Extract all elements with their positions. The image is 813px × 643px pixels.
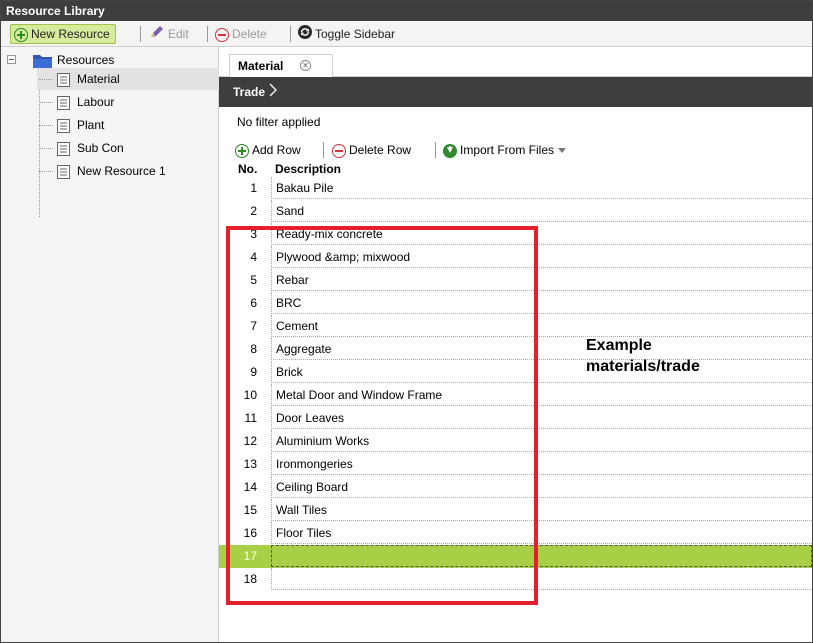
grid-toolbar: Add Row Delete Row Import From Files bbox=[219, 137, 812, 161]
sidebar-item-label: Material bbox=[77, 72, 120, 86]
add-row-label: Add Row bbox=[252, 143, 301, 157]
delete-row-button[interactable]: Delete Row bbox=[332, 141, 411, 159]
new-resource-label: New Resource bbox=[31, 27, 110, 41]
delete-row-label: Delete Row bbox=[349, 143, 412, 157]
sidebar-item-label: Plant bbox=[77, 118, 105, 132]
sidebar-item-label: New Resource 1 bbox=[77, 164, 166, 178]
annotation-line: Example bbox=[586, 337, 652, 354]
collapse-icon[interactable] bbox=[7, 55, 16, 64]
sidebar-item-plant[interactable]: Plant bbox=[37, 114, 219, 136]
add-row-button[interactable]: Add Row bbox=[235, 141, 301, 159]
grid-header: No. Description bbox=[219, 161, 812, 177]
edit-button[interactable]: Edit bbox=[149, 24, 189, 44]
sidebar-item-sub-con[interactable]: Sub Con bbox=[37, 137, 219, 159]
edit-label: Edit bbox=[168, 27, 189, 41]
toolbar-separator bbox=[435, 142, 436, 158]
highlight-box bbox=[226, 226, 538, 605]
download-icon bbox=[443, 143, 457, 158]
app-window: Resource Library New Resource Edit Delet… bbox=[0, 0, 813, 643]
toolbar-separator bbox=[207, 26, 208, 42]
column-header-description[interactable]: Description bbox=[275, 161, 341, 177]
delete-label: Delete bbox=[232, 27, 267, 41]
annotation-line: materials/trade bbox=[586, 358, 700, 375]
tree-connector bbox=[39, 171, 53, 172]
new-resource-button[interactable]: New Resource bbox=[10, 24, 116, 44]
tree-connector bbox=[39, 125, 53, 126]
tree-connector bbox=[39, 148, 53, 149]
sidebar-item-material[interactable]: Material bbox=[37, 68, 219, 90]
minus-circle-icon bbox=[215, 27, 229, 42]
breadcrumb-trade[interactable]: Trade bbox=[233, 85, 265, 99]
resource-tree-sidebar: Resources Material Labour Plant Sub Con … bbox=[1, 47, 219, 642]
plus-circle-icon bbox=[14, 27, 28, 42]
tree-connector bbox=[39, 102, 53, 103]
breadcrumb: Trade bbox=[219, 77, 812, 107]
toolbar-separator bbox=[290, 26, 291, 42]
pencil-icon bbox=[149, 25, 165, 45]
close-icon[interactable]: ✕ bbox=[300, 60, 311, 71]
import-from-files-button[interactable]: Import From Files bbox=[443, 141, 567, 159]
column-header-no[interactable]: No. bbox=[238, 161, 257, 177]
main-toolbar: New Resource Edit Delete Toggle Sidebar bbox=[1, 21, 812, 47]
window-title: Resource Library bbox=[1, 1, 812, 21]
table-row[interactable]: 2 Sand bbox=[219, 200, 812, 223]
tree-root-label: Resources bbox=[57, 53, 115, 67]
tab-material[interactable]: Material ✕ bbox=[229, 54, 333, 77]
row-description-cell[interactable]: Bakau Pile bbox=[271, 177, 812, 199]
row-number: 1 bbox=[250, 181, 257, 195]
chevron-right-icon bbox=[269, 78, 277, 108]
annotation-label: Example materials/trade bbox=[586, 335, 700, 377]
row-description-cell[interactable]: Sand bbox=[271, 200, 812, 222]
sidebar-item-new-resource-1[interactable]: New Resource 1 bbox=[37, 160, 219, 182]
toggle-sidebar-label: Toggle Sidebar bbox=[315, 27, 396, 41]
toolbar-separator bbox=[140, 26, 141, 42]
minus-circle-icon bbox=[332, 143, 346, 158]
toggle-sidebar-button[interactable]: Toggle Sidebar bbox=[298, 24, 395, 44]
sidebar-item-label: Sub Con bbox=[77, 141, 124, 155]
delete-button[interactable]: Delete bbox=[215, 24, 267, 44]
tab-label: Material bbox=[238, 59, 284, 73]
table-row[interactable]: 1 Bakau Pile bbox=[219, 177, 812, 200]
toggle-icon bbox=[298, 24, 312, 45]
filter-status: No filter applied bbox=[237, 115, 321, 129]
sidebar-item-labour[interactable]: Labour bbox=[37, 91, 219, 113]
sidebar-item-label: Labour bbox=[77, 95, 115, 109]
caret-down-icon[interactable] bbox=[558, 148, 567, 154]
plus-circle-icon bbox=[235, 143, 249, 158]
toolbar-separator bbox=[323, 142, 324, 158]
tree-connector bbox=[39, 79, 53, 80]
tab-strip: Material ✕ bbox=[219, 47, 812, 77]
row-number: 2 bbox=[250, 204, 257, 218]
document-icon bbox=[57, 164, 70, 186]
import-label: Import From Files bbox=[460, 143, 555, 157]
